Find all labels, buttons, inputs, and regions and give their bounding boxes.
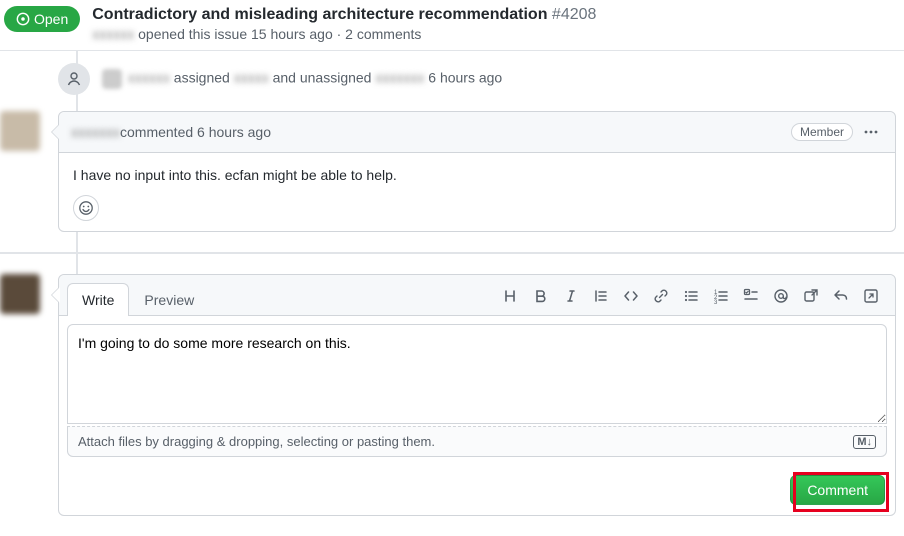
issue-title-line: Contradictory and misleading architectur… xyxy=(92,6,904,24)
comment-textarea[interactable] xyxy=(67,324,887,424)
smiley-icon xyxy=(78,200,94,216)
comment-header: xxxxxxx commented 6 hours ago Member xyxy=(59,112,895,153)
timeline-assignment-event: xxxxxx assigned xxxxx and unassigned xxx… xyxy=(58,51,896,111)
link-icon[interactable] xyxy=(653,288,669,304)
unordered-list-icon[interactable] xyxy=(683,288,699,304)
comment-item: xxxxxxx commented 6 hours ago Member I h… xyxy=(58,111,896,232)
avatar[interactable] xyxy=(0,111,40,151)
comment-body: I have no input into this. ecfan might b… xyxy=(59,153,895,191)
tasklist-icon[interactable] xyxy=(743,288,759,304)
issue-header: Open Contradictory and misleading archit… xyxy=(0,0,904,51)
assignment-text: xxxxxx assigned xxxxx and unassigned xxx… xyxy=(100,69,502,89)
comment-actions-menu[interactable] xyxy=(859,120,883,144)
role-badge: Member xyxy=(791,123,853,141)
expand-icon[interactable] xyxy=(863,288,879,304)
italic-icon[interactable] xyxy=(563,288,579,304)
avatar-small xyxy=(102,69,122,89)
markdown-toolbar: 123 xyxy=(503,288,887,310)
code-icon[interactable] xyxy=(623,288,639,304)
compose-divider xyxy=(0,252,904,254)
person-icon xyxy=(58,63,90,95)
issue-open-icon xyxy=(16,12,30,26)
markdown-help-icon[interactable]: M↓ xyxy=(853,435,876,449)
state-label: Open xyxy=(34,11,68,27)
compose-tabnav: Write Preview 123 xyxy=(59,275,895,316)
kebab-icon xyxy=(863,124,879,140)
cross-reference-icon[interactable] xyxy=(803,288,819,304)
state-badge: Open xyxy=(4,6,80,32)
issue-title: Contradictory and misleading architectur… xyxy=(92,6,547,23)
issue-subtitle: xxxxxx opened this issue 15 hours ago · … xyxy=(92,26,904,42)
author-blurred: xxxxxx xyxy=(92,26,134,42)
svg-text:3: 3 xyxy=(714,300,718,304)
commenter-blurred: xxxxxxx xyxy=(71,124,120,140)
mention-icon[interactable] xyxy=(773,288,789,304)
issue-number: #4208 xyxy=(552,6,597,23)
ordered-list-icon[interactable]: 123 xyxy=(713,288,729,304)
reply-icon[interactable] xyxy=(833,288,849,304)
avatar[interactable] xyxy=(0,274,40,314)
bold-icon[interactable] xyxy=(533,288,549,304)
heading-icon[interactable] xyxy=(503,288,519,304)
compose-block: Write Preview 123 xyxy=(58,274,896,516)
tab-write[interactable]: Write xyxy=(67,283,129,316)
comment-button[interactable]: Comment xyxy=(790,475,885,505)
attach-hint[interactable]: Attach files by dragging & dropping, sel… xyxy=(67,426,887,457)
quote-icon[interactable] xyxy=(593,288,609,304)
tab-preview[interactable]: Preview xyxy=(129,283,209,316)
add-reaction-button[interactable] xyxy=(73,195,99,221)
